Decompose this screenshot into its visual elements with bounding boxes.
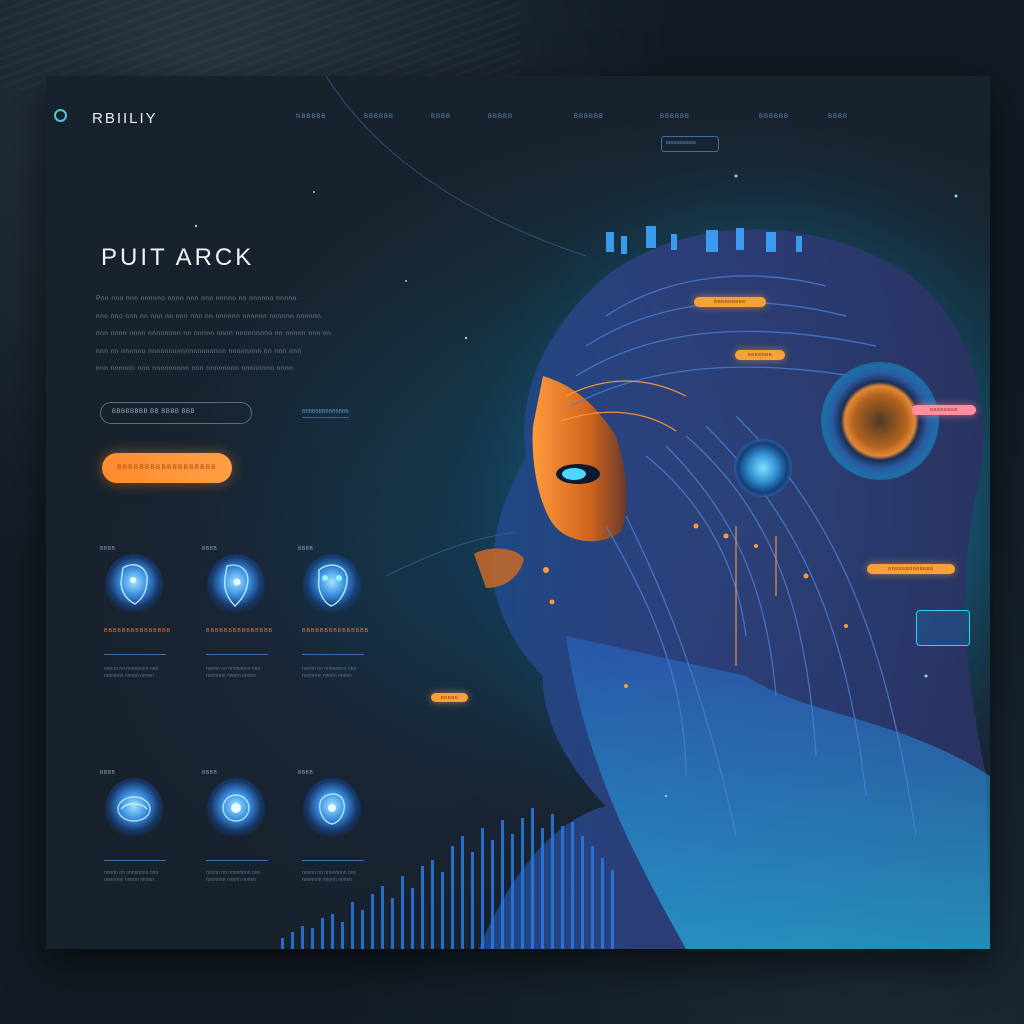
card-title: BBBBBBBBBBBBBBB: [206, 628, 274, 634]
nav-item[interactable]: BBBBBB: [759, 114, 789, 120]
ear-dial: [821, 362, 939, 480]
card-title: BBBBBBBBBBBBBBB: [302, 628, 370, 634]
overlay-chip[interactable]: BBBBBBBB: [912, 405, 976, 415]
card-text: nnnnn nn nnnnnnnn nnn nnnnnnn nnnnn nnnn…: [206, 666, 261, 679]
info-panel: BBBBBBBBBB: [661, 136, 719, 152]
card-title: BBBBBBBBBBBBBBB: [104, 628, 172, 634]
field-note[interactable]: BBBBBBBBBBBBBB: [302, 409, 349, 418]
card-divider: [206, 860, 268, 861]
card-tag: BBBB: [100, 770, 116, 776]
feature-card[interactable]: BBBB BBBBBBBBBBBBBBB nnnnn nn nnnnnnnn n…: [202, 546, 297, 691]
feature-card[interactable]: BBBB nnnnn nn nnnnnnnn nnn nnnnnnn nnnnn…: [202, 770, 297, 915]
overlay-chip-label: BBBBBBBBBBBBB: [888, 566, 934, 571]
overlay-chip-label: BBBBBBB: [747, 352, 773, 357]
hero-title: PUIT ARCK: [101, 244, 255, 271]
overlay-chip[interactable]: BBBBBBB: [735, 350, 785, 360]
feature-card[interactable]: BBBB nnnnn nn nnnnnnnn nnn nnnnnnn nnnnn…: [298, 770, 393, 915]
side-panel: [916, 610, 970, 646]
card-text: nnnnn nn nnnnnnnn nnn nnnnnnn nnnnn nnnn…: [104, 870, 159, 883]
card-text: nnnnn nn nnnnnnnn nnn nnnnnnn nnnnn nnnn…: [206, 870, 261, 883]
card-divider: [302, 654, 364, 655]
hero-text-line: nnn nn nnnnno nnnnnnnnnnnnnnnnnnn nnnnnn…: [96, 347, 302, 355]
hero-text-line: nnn nnnnnn nnn nnnnnnnnn nnn nnnnnnnn nn…: [96, 365, 294, 372]
card-divider: [302, 860, 364, 861]
overlay-chip-label: BBBBB: [440, 695, 459, 700]
overlay-chip[interactable]: BBBBB: [431, 693, 468, 702]
email-field[interactable]: BBBBBBBB BB BBBB BBB: [100, 402, 252, 424]
overlay-chip[interactable]: BBBBBBBBB: [694, 297, 766, 307]
card-text: nnnnn nn nnnnnnnn nnn nnnnnnn nnnnn nnnn…: [104, 666, 159, 679]
ai-face-icon: [207, 554, 265, 616]
card-divider: [206, 654, 268, 655]
feature-card[interactable]: BBBB BBBBBBBBBBBBBBB nnnnn nn nnnnnnnn n…: [298, 546, 393, 691]
ai-face-icon: [303, 554, 361, 616]
nav-item[interactable]: BBBB: [828, 114, 848, 120]
nav-item[interactable]: BBBBBB: [574, 114, 604, 120]
brain-icon: [207, 778, 265, 840]
card-divider: [104, 860, 166, 861]
hero-description: Pnn nno nnn nnnnno nnnn nnn nnn nnnno nn…: [96, 295, 361, 383]
hero-text-line: nno nno nnn nn nnn nn nnn nnn nn nnnnnn …: [96, 312, 322, 320]
cta-button[interactable]: BBBBBBBBBBBBBBBBBB: [102, 453, 232, 483]
overlay-chip-label: BBBBBBBB: [929, 407, 958, 412]
card-text: nnnnn nn nnnnnnnn nnn nnnnnnn nnnnn nnnn…: [302, 666, 357, 679]
card-text: nnnnn nn nnnnnnnn nnn nnnnnnn nnnnn nnnn…: [302, 870, 357, 883]
cta-label: BBBBBBBBBBBBBBBBBB: [117, 464, 217, 471]
feature-card[interactable]: BBBB nnnnn nn nnnnnnnn nnn nnnnnnn nnnnn…: [100, 770, 195, 915]
nav-item[interactable]: NBBBBB: [296, 114, 326, 120]
brain-icon: [303, 778, 361, 840]
hero-text-line: nnn nnnn nnnn nnnnnnnn nn nnnnn nnnn nnn…: [96, 330, 332, 337]
info-panel-label: BBBBBBBBBB: [666, 140, 697, 145]
overlay-chip[interactable]: BBBBBBBBBBBBB: [867, 564, 955, 574]
card-tag: BBBB: [202, 770, 218, 776]
nav-item[interactable]: BBBBBB: [364, 114, 394, 120]
top-nav: NBBBBB BBBBBB BBBB BBBBB BBBBBB BBBBBB B…: [46, 114, 990, 126]
feature-card[interactable]: BBBB BBBBBBBBBBBBBBB nnnnn nn nnnnnnnn n…: [100, 546, 195, 691]
card-tag: BBBB: [298, 546, 314, 552]
nav-item[interactable]: BBBBBB: [660, 114, 690, 120]
brain-icon: [105, 778, 163, 840]
nav-item[interactable]: BBBB: [431, 114, 451, 120]
ai-face-icon: [105, 554, 163, 616]
gear-icon: [734, 439, 792, 497]
card-tag: BBBB: [100, 546, 116, 552]
hero-text-line: Pnn nno nnn nnnnno nnnn nnn nnn nnnno nn…: [96, 295, 300, 302]
nav-item[interactable]: BBBBB: [488, 114, 513, 120]
overlay-chip-label: BBBBBBBBB: [714, 299, 746, 304]
email-placeholder: BBBBBBBB BB BBBB BBB: [112, 409, 196, 415]
card-divider: [104, 654, 166, 655]
card-tag: BBBB: [202, 546, 218, 552]
card-tag: BBBB: [298, 770, 314, 776]
website-mockup: BBBBBBBBBB BBBBBBBBB BBBBBBB BBBBBBBB BB…: [46, 76, 990, 949]
